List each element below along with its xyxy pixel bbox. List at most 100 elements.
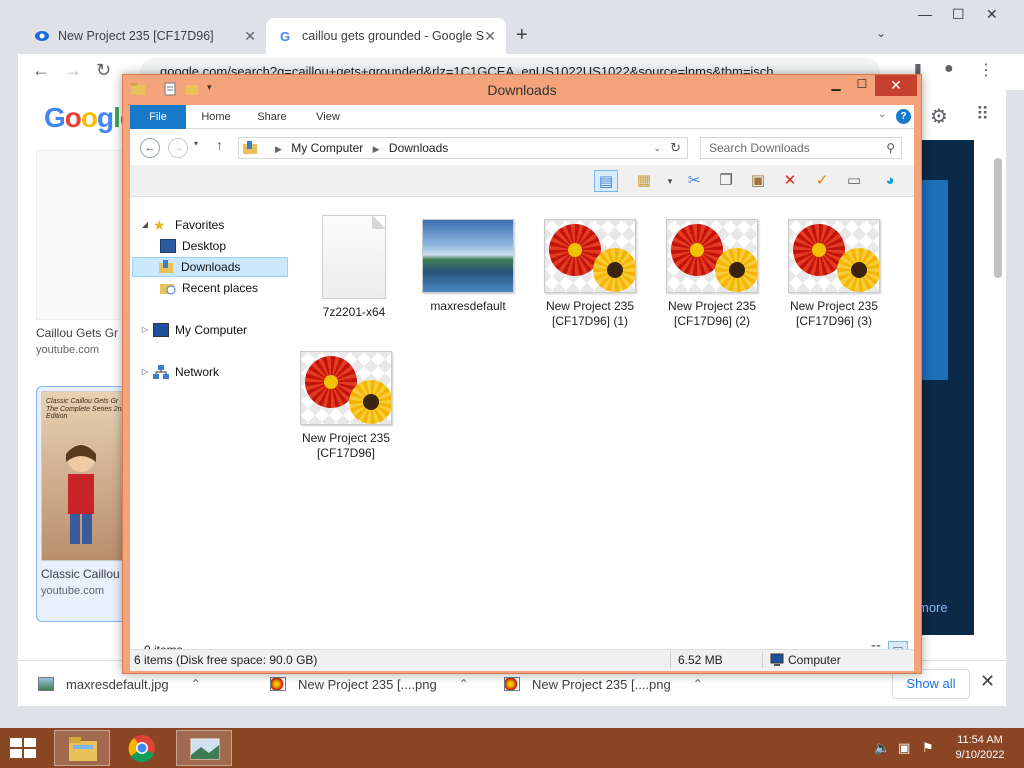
download-item[interactable]: New Project 235 [....png ⌃: [504, 671, 703, 697]
windows-start-icon[interactable]: [10, 738, 38, 760]
refresh-icon[interactable]: ↻: [670, 138, 681, 158]
back-arrow-icon[interactable]: ←: [140, 138, 160, 158]
close-icon[interactable]: ✕: [986, 6, 998, 23]
result-title[interactable]: Caillou Gets Gr: [36, 326, 136, 340]
file-list: 7z2201-x64 maxresdefault New Project 235…: [298, 201, 910, 631]
image-result-card-selected[interactable]: Classic Caillou Gets Gr The Complete Ser…: [36, 386, 136, 622]
breadcrumb-separator-icon[interactable]: ▶: [373, 144, 380, 154]
breadcrumb-separator-icon[interactable]: ▶: [275, 144, 282, 154]
maximize-icon[interactable]: ☐: [849, 77, 875, 97]
action-center-flag-icon[interactable]: ⚑: [922, 740, 934, 756]
chevron-up-icon[interactable]: ⌃: [459, 677, 469, 691]
tab-new-project[interactable]: New Project 235 [CF17D96] ✕: [22, 18, 266, 54]
file-item[interactable]: New Project 235 [CF17D96] (1): [534, 219, 646, 329]
nav-network[interactable]: ▷ Network: [140, 362, 219, 382]
clock[interactable]: 11:54 AM 9/10/2022: [940, 733, 1020, 763]
back-arrow-icon[interactable]: ←: [32, 60, 50, 81]
taskbar-photo-viewer[interactable]: [176, 730, 232, 766]
new-tab-plus-icon[interactable]: +: [516, 24, 528, 47]
expand-triangle-icon[interactable]: ▷: [140, 362, 150, 382]
taskbar-chrome[interactable]: [114, 730, 170, 766]
more-link[interactable]: more: [918, 600, 948, 615]
preview-panel-image[interactable]: more: [918, 140, 974, 635]
settings-gear-icon[interactable]: ⚙: [930, 104, 948, 129]
profile-avatar-icon[interactable]: ●: [944, 60, 954, 78]
google-logo[interactable]: Google: [44, 102, 135, 134]
chevron-up-icon[interactable]: ⌃: [191, 677, 201, 691]
download-item[interactable]: New Project 235 [....png ⌃: [270, 671, 469, 697]
file-explorer-icon: [69, 737, 97, 761]
copy-icon[interactable]: ❐: [714, 170, 738, 192]
nav-recent-places[interactable]: Recent places: [160, 278, 258, 298]
breadcrumb-downloads[interactable]: Downloads: [389, 141, 448, 155]
page-scrollbar[interactable]: [990, 102, 1004, 632]
result-thumbnail[interactable]: [36, 150, 136, 320]
chevron-up-icon[interactable]: ⌃: [693, 677, 703, 691]
cut-icon[interactable]: ✂: [682, 170, 706, 192]
paste-icon[interactable]: ▣: [746, 170, 770, 192]
shell-icon[interactable]: ◕: [878, 170, 902, 192]
image-result-card[interactable]: Caillou Gets Gr youtube.com: [36, 150, 136, 380]
recent-locations-chevron-icon[interactable]: ▾: [194, 139, 198, 148]
close-shelf-icon[interactable]: ✕: [980, 671, 995, 692]
volume-muted-icon[interactable]: 🔈: [874, 740, 890, 756]
check-icon[interactable]: ✓: [810, 170, 834, 192]
landscape-image-thumbnail[interactable]: [422, 219, 514, 293]
minimize-icon[interactable]: ▁: [823, 77, 849, 97]
result-thumbnail[interactable]: Classic Caillou Gets Gr The Complete Ser…: [41, 391, 131, 561]
folder-options-icon[interactable]: ▦: [632, 170, 656, 192]
address-dropdown-chevron-icon[interactable]: ⌄: [653, 138, 661, 158]
file-item[interactable]: New Project 235 [CF17D96] (3): [778, 219, 890, 329]
nav-my-computer[interactable]: ▷ My Computer: [140, 320, 247, 340]
options-chevron-icon[interactable]: ▾: [658, 170, 682, 192]
search-downloads-input[interactable]: Search Downloads ⚲: [700, 137, 902, 159]
result-title[interactable]: Classic Caillou: [41, 567, 131, 581]
download-item[interactable]: maxresdefault.jpg ⌃: [38, 671, 201, 697]
tab-close-icon[interactable]: ✕: [484, 28, 496, 45]
help-icon[interactable]: ?: [896, 109, 911, 124]
expand-triangle-icon[interactable]: ◢: [140, 215, 150, 235]
forward-arrow-icon[interactable]: →: [168, 138, 188, 158]
rename-icon[interactable]: ▭: [842, 170, 866, 192]
expand-triangle-icon[interactable]: ▷: [140, 320, 150, 340]
explorer-titlebar[interactable]: ▾ Downloads ▁ ☐ ✕: [123, 75, 921, 105]
star-icon: ★: [153, 217, 166, 233]
minimize-icon[interactable]: —: [918, 6, 932, 22]
tab-google-search[interactable]: G caillou gets grounded - Google S ✕: [266, 18, 506, 54]
reload-icon[interactable]: ↻: [96, 60, 111, 81]
nav-favorites[interactable]: ◢ ★ Favorites: [140, 215, 224, 235]
apps-grid-icon[interactable]: ⠿: [976, 104, 989, 125]
tab-search-chevron-icon[interactable]: ⌄: [876, 26, 886, 40]
file-item[interactable]: maxresdefault: [412, 219, 524, 314]
chrome-menu-icon[interactable]: ⋮: [978, 60, 994, 80]
flower-image-thumbnail[interactable]: [544, 219, 636, 293]
delete-icon[interactable]: ✕: [778, 170, 802, 192]
forward-arrow-icon[interactable]: →: [64, 60, 82, 81]
file-item[interactable]: New Project 235 [CF17D96] (2): [656, 219, 768, 329]
breadcrumb-my-computer[interactable]: My Computer: [291, 141, 363, 155]
tab-home[interactable]: Home: [194, 105, 238, 129]
scrollbar-thumb[interactable]: [994, 158, 1002, 278]
up-arrow-icon[interactable]: ↑: [216, 137, 223, 153]
tab-close-icon[interactable]: ✕: [244, 28, 256, 45]
network-tray-icon[interactable]: ▣: [898, 740, 910, 756]
nav-downloads[interactable]: Downloads: [132, 257, 288, 277]
document-file-icon[interactable]: [322, 215, 386, 299]
tab-file[interactable]: File: [130, 105, 186, 129]
maximize-icon[interactable]: ☐: [952, 6, 965, 23]
tab-share[interactable]: Share: [250, 105, 294, 129]
taskbar-file-explorer[interactable]: [54, 730, 110, 766]
tab-view[interactable]: View: [306, 105, 350, 129]
address-breadcrumb[interactable]: ▶ My Computer ▶ Downloads ⌄ ↻: [238, 137, 688, 159]
expand-ribbon-chevron-icon[interactable]: ⌄: [878, 109, 886, 120]
nav-desktop[interactable]: Desktop: [160, 236, 226, 256]
preview-pane-icon[interactable]: ▤: [594, 170, 618, 192]
status-divider: [762, 652, 763, 668]
close-icon[interactable]: ✕: [875, 75, 917, 96]
flower-image-thumbnail[interactable]: [666, 219, 758, 293]
flower-image-thumbnail[interactable]: [300, 351, 392, 425]
flower-image-thumbnail[interactable]: [788, 219, 880, 293]
file-item[interactable]: New Project 235 [CF17D96]: [290, 351, 402, 461]
command-bar: ▤ ▦ ▾ ✂ ❐ ▣ ✕ ✓ ▭ ◕: [130, 165, 914, 197]
file-item[interactable]: 7z2201-x64: [298, 215, 410, 320]
